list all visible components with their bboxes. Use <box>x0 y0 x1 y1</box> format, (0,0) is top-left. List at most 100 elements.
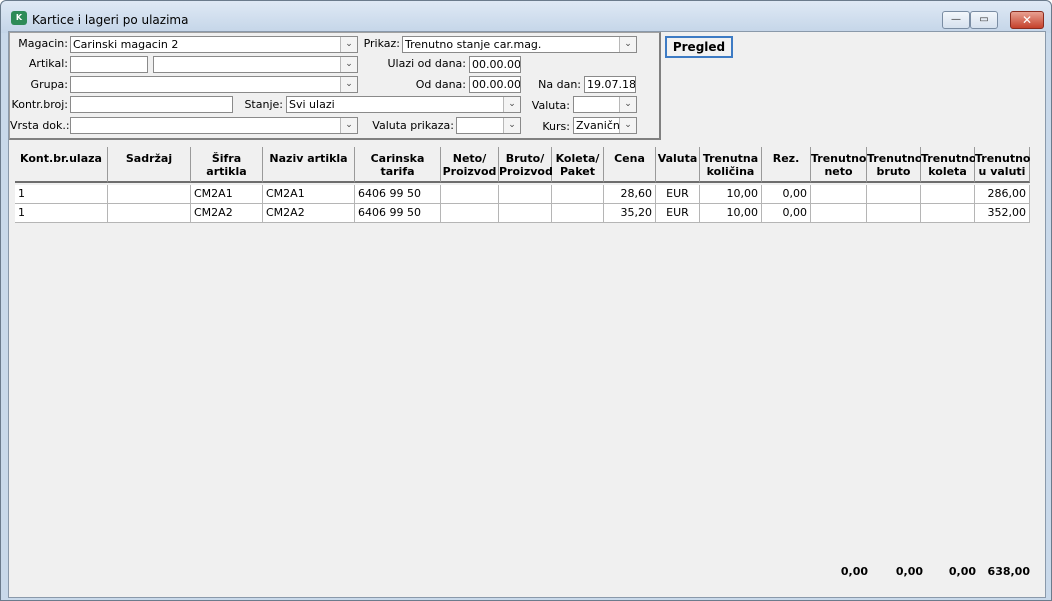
table-cell[interactable] <box>108 185 191 204</box>
valuta-combo[interactable]: ⌄ <box>573 96 637 113</box>
artikal-code-input[interactable] <box>70 56 148 73</box>
total-neto: 0,00 <box>840 565 868 578</box>
ulazi-od-input[interactable]: 00.00.00 <box>469 56 521 73</box>
grupa-combo[interactable]: ⌄ <box>70 76 358 93</box>
table-cell[interactable]: 28,60 <box>604 185 656 204</box>
column-header[interactable]: Šifra artikla <box>191 147 263 183</box>
table-cell[interactable]: 6406 99 50 <box>355 204 441 223</box>
od-dana-label: Od dana: <box>415 78 466 91</box>
column-header-line1: Bruto/ <box>505 152 545 165</box>
valuta-prikaza-label: Valuta prikaza: <box>372 119 454 132</box>
table-cell[interactable] <box>867 185 921 204</box>
valuta-prikaza-combo[interactable]: ⌄ <box>456 117 521 134</box>
column-header-line1: Cena <box>614 152 645 165</box>
table-cell[interactable] <box>921 204 975 223</box>
table-cell[interactable] <box>921 185 975 204</box>
table-cell[interactable]: 1 <box>15 185 108 204</box>
chevron-down-icon[interactable]: ⌄ <box>503 118 520 133</box>
maximize-button[interactable]: ▭ <box>970 11 998 29</box>
table-cell[interactable]: 286,00 <box>975 185 1030 204</box>
table-cell[interactable]: 6406 99 50 <box>355 185 441 204</box>
app-icon: K <box>11 11 27 25</box>
column-header-line2: Proizvod <box>442 165 497 178</box>
table-cell[interactable]: CM2A2 <box>191 204 263 223</box>
table-cell[interactable]: 1 <box>15 204 108 223</box>
pregled-button[interactable]: Pregled <box>665 36 733 58</box>
chevron-down-icon[interactable]: ⌄ <box>340 37 357 52</box>
prikaz-combo[interactable]: Trenutno stanje car.mag. ⌄ <box>402 36 637 53</box>
table-cell[interactable]: 0,00 <box>762 204 811 223</box>
ulazi-od-label: Ulazi od dana: <box>387 57 466 70</box>
table-cell[interactable]: 10,00 <box>700 204 762 223</box>
chevron-down-icon[interactable]: ⌄ <box>340 118 357 133</box>
table-cell[interactable] <box>811 185 867 204</box>
chevron-down-icon[interactable]: ⌄ <box>619 97 636 112</box>
table-cell[interactable] <box>552 204 604 223</box>
kurs-combo[interactable]: Zvanični ⌄ <box>573 117 637 134</box>
table-cell[interactable] <box>108 204 191 223</box>
column-header-line1: Rez. <box>772 152 800 165</box>
artikal-combo[interactable]: ⌄ <box>153 56 358 73</box>
table-cell[interactable] <box>441 204 499 223</box>
table-cell[interactable] <box>867 204 921 223</box>
total-u-valuti: 638,00 <box>987 565 1030 578</box>
chevron-down-icon[interactable]: ⌄ <box>619 37 636 52</box>
column-header[interactable]: Naziv artikla <box>263 147 355 183</box>
column-header[interactable]: Kont.br.ulaza <box>15 147 108 183</box>
table-cell[interactable]: 10,00 <box>700 185 762 204</box>
prikaz-value: Trenutno stanje car.mag. <box>405 38 542 51</box>
vrsta-dok-combo[interactable]: ⌄ <box>70 117 358 134</box>
table-cell[interactable] <box>552 185 604 204</box>
table-cell[interactable]: 0,00 <box>762 185 811 204</box>
app-window: K Kartice i lageri po ulazima — ▭ ✕ Maga… <box>0 0 1052 601</box>
column-header[interactable]: Sadržaj <box>108 147 191 183</box>
column-header[interactable]: Valuta <box>656 147 700 183</box>
chevron-down-icon[interactable]: ⌄ <box>340 77 357 92</box>
column-header[interactable]: Trenutna količina <box>700 147 762 183</box>
table-cell[interactable] <box>499 185 552 204</box>
column-header[interactable]: Trenutno neto <box>811 147 867 183</box>
table-cell[interactable] <box>441 185 499 204</box>
column-header[interactable]: Neto/Proizvod <box>441 147 499 183</box>
column-header-line1: Trenutno <box>975 152 1031 165</box>
table-cell[interactable]: CM2A1 <box>263 185 355 204</box>
chevron-down-icon[interactable]: ⌄ <box>503 97 520 112</box>
na-dan-input[interactable]: 19.07.18 <box>584 76 636 93</box>
column-header[interactable]: Trenutno u valuti <box>975 147 1031 183</box>
column-header[interactable]: Carinska tarifa <box>355 147 441 183</box>
grupa-label: Grupa: <box>30 78 68 91</box>
title-bar[interactable]: K Kartice i lageri po ulazima — ▭ ✕ <box>1 1 1051 33</box>
column-header-line2: u valuti <box>978 165 1026 178</box>
column-header[interactable]: Trenutno bruto <box>867 147 923 183</box>
table-cell[interactable] <box>499 204 552 223</box>
column-header-line1: Šifra artikla <box>206 152 247 178</box>
column-header-line2: neto <box>824 165 853 178</box>
column-header-line1: Naziv artikla <box>269 152 348 165</box>
table-cell[interactable]: 35,20 <box>604 204 656 223</box>
column-header[interactable]: Rez. <box>762 147 811 183</box>
table-cell[interactable]: CM2A2 <box>263 204 355 223</box>
column-header[interactable]: Trenutno koleta <box>921 147 977 183</box>
kontr-broj-input[interactable] <box>70 96 233 113</box>
column-header-line1: Koleta/ <box>555 152 600 165</box>
table-cell[interactable]: CM2A1 <box>191 185 263 204</box>
close-button[interactable]: ✕ <box>1010 11 1044 29</box>
chevron-down-icon[interactable]: ⌄ <box>340 57 357 72</box>
column-header[interactable]: Bruto/Proizvod <box>499 147 553 183</box>
table-cell[interactable]: EUR <box>656 204 700 223</box>
chevron-down-icon[interactable]: ⌄ <box>619 118 636 133</box>
table-cell[interactable] <box>811 204 867 223</box>
od-dana-input[interactable]: 00.00.00 <box>469 76 521 93</box>
column-header-line1: Trenutno <box>811 152 867 165</box>
table-cell[interactable]: 352,00 <box>975 204 1030 223</box>
minimize-button[interactable]: — <box>942 11 970 29</box>
table-cell[interactable]: EUR <box>656 185 700 204</box>
column-header-line1: Trenutna <box>702 152 759 165</box>
column-header[interactable]: Cena <box>604 147 656 183</box>
prikaz-label: Prikaz: <box>363 37 400 50</box>
data-grid[interactable]: Kont.br.ulaza 1 1 Sadržaj Šifra artikla CM2A1… <box>15 147 1031 587</box>
magacin-combo[interactable]: Carinski magacin 2 ⌄ <box>70 36 358 53</box>
column-header[interactable]: Koleta/Paket <box>552 147 604 183</box>
stanje-combo[interactable]: Svi ulazi ⌄ <box>286 96 521 113</box>
kurs-label: Kurs: <box>542 120 570 133</box>
